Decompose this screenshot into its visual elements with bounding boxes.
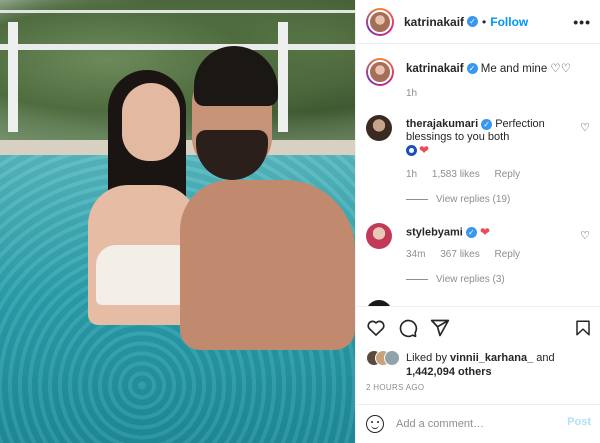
save-bookmark-icon[interactable] xyxy=(574,318,592,338)
person-man xyxy=(180,46,355,350)
verified-badge-icon: ✓ xyxy=(467,16,479,27)
add-comment-bar: Post xyxy=(356,404,600,443)
likes-others[interactable]: 1,442,094 others xyxy=(406,366,492,378)
comment-time: 1h xyxy=(406,169,418,180)
view-replies-button[interactable]: View replies (3) xyxy=(406,274,505,285)
post-actions xyxy=(356,306,600,350)
post-side-panel: katrinakaif ✓ • Follow ••• katrinakaif ✓ … xyxy=(355,0,600,443)
comment-likes[interactable]: 1,583 likes xyxy=(432,169,480,180)
likes-text: Liked by vinnii_karhana_ and 1,442,094 o… xyxy=(406,351,596,379)
follow-button[interactable]: Follow xyxy=(490,15,528,29)
avatar[interactable] xyxy=(366,7,394,36)
comment-time: 34m xyxy=(406,249,426,260)
post-photo[interactable] xyxy=(0,0,355,443)
header-separator: • xyxy=(482,14,487,29)
comment-input[interactable] xyxy=(396,414,546,434)
emoji-smile-icon[interactable] xyxy=(366,415,384,433)
post-button[interactable]: Post xyxy=(567,416,591,428)
comments-list[interactable]: katrinakaif ✓ Me and mine ♡♡ 1h therajaku… xyxy=(356,44,600,306)
post-timestamp[interactable]: 2 HOURS AGO xyxy=(366,383,424,392)
avatar xyxy=(384,350,400,366)
red-heart-icon: ❤ xyxy=(479,225,490,239)
share-icon[interactable] xyxy=(430,318,450,338)
caption-text: Me and mine ♡♡ xyxy=(480,63,572,75)
likes-user[interactable]: vinnii_karhana_ xyxy=(450,352,533,364)
likes-summary: Liked by vinnii_karhana_ and 1,442,094 o… xyxy=(366,346,596,382)
caption-username[interactable]: katrinakaif xyxy=(406,63,464,75)
comment-icon[interactable] xyxy=(398,318,418,338)
verified-badge-icon: ✓ xyxy=(481,118,493,130)
comment-username[interactable]: stylebyami xyxy=(406,226,463,238)
avatar[interactable] xyxy=(366,115,392,141)
like-comment-heart-icon[interactable]: ♡ xyxy=(580,229,590,242)
likes-prefix: Liked by xyxy=(406,352,451,364)
pergola-post xyxy=(8,22,18,132)
comment-username[interactable]: therajakumari xyxy=(406,118,478,130)
avatar[interactable] xyxy=(366,58,394,86)
comment-meta: 34m 367 likes Reply xyxy=(406,249,532,260)
verified-badge-icon: ✓ xyxy=(465,227,477,238)
avatar[interactable] xyxy=(366,223,392,249)
like-comment-heart-icon[interactable]: ♡ xyxy=(580,121,590,134)
view-replies-label: View replies (3) xyxy=(436,274,505,285)
divider xyxy=(406,279,428,280)
instagram-post: katrinakaif ✓ • Follow ••• katrinakaif ✓ … xyxy=(0,0,600,443)
view-replies-button[interactable]: View replies (19) xyxy=(406,194,510,205)
comment-likes[interactable]: 367 likes xyxy=(440,249,479,260)
liker-avatars xyxy=(366,350,400,366)
more-horizontal-icon[interactable]: ••• xyxy=(573,14,591,30)
comment-meta: 1h 1,583 likes Reply xyxy=(406,169,532,180)
likes-and: and xyxy=(533,352,555,364)
caption-time: 1h xyxy=(406,88,418,99)
background-pergola xyxy=(0,10,355,50)
reply-button[interactable]: Reply xyxy=(495,169,521,180)
post-header: katrinakaif ✓ • Follow ••• xyxy=(356,0,600,44)
red-heart-icon: ❤ xyxy=(419,143,430,157)
header-username[interactable]: katrinakaif xyxy=(404,15,464,29)
verified-badge-icon: ✓ xyxy=(466,63,478,75)
evil-eye-icon xyxy=(406,145,417,156)
view-replies-label: View replies (19) xyxy=(436,194,511,205)
reply-button[interactable]: Reply xyxy=(494,249,520,260)
divider xyxy=(406,199,428,200)
like-heart-icon[interactable] xyxy=(366,318,386,338)
